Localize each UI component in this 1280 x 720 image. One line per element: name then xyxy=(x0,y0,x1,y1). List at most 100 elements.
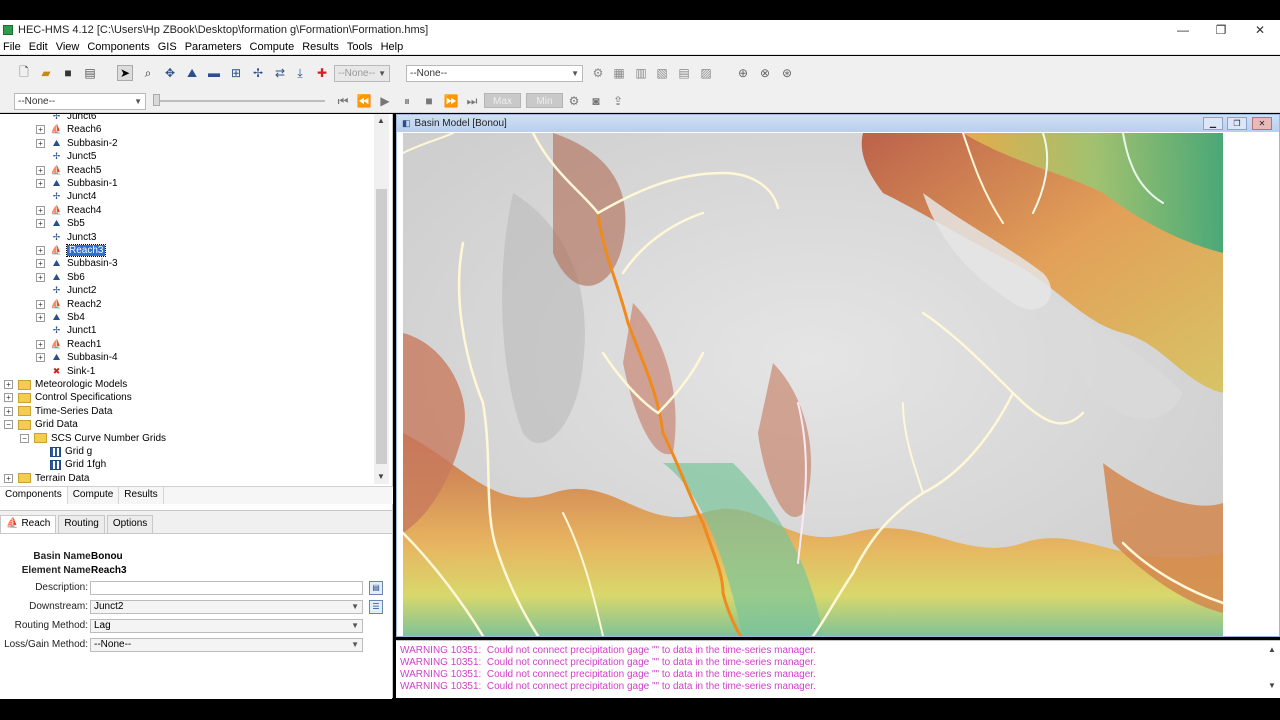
expand-toggle-icon[interactable]: + xyxy=(36,219,45,229)
expand-toggle-icon[interactable]: + xyxy=(4,380,13,389)
summary-table-icon[interactable]: ▨ xyxy=(698,65,714,81)
element-select[interactable]: --None-- ▼ xyxy=(334,65,390,82)
downstream-select[interactable]: Junct2 ▼ xyxy=(90,600,363,614)
subbasin-tool-icon[interactable]: ⛰ xyxy=(184,65,200,81)
menu-gis[interactable]: GIS xyxy=(154,41,181,53)
rewind-icon[interactable]: ⏮ xyxy=(335,93,351,109)
menu-tools[interactable]: Tools xyxy=(343,41,377,53)
menu-view[interactable]: View xyxy=(52,41,84,53)
tree-node[interactable]: − Grid Data xyxy=(4,418,78,431)
expand-toggle-icon[interactable]: + xyxy=(36,272,45,282)
source-tool-icon[interactable]: ⤓ xyxy=(292,65,308,81)
minimize-button[interactable]: — xyxy=(1163,20,1203,39)
min-button[interactable]: Min xyxy=(526,93,563,108)
tree-node[interactable]: ✢ Junct6 xyxy=(36,114,97,123)
compute-icon[interactable]: ⚙ xyxy=(590,65,606,81)
pan-icon[interactable]: ✥ xyxy=(162,65,178,81)
tree-node[interactable]: + ⛵ Reach5 xyxy=(36,164,101,177)
expand-toggle-icon[interactable]: + xyxy=(36,353,45,363)
tab-reach[interactable]: ⛵ Reach xyxy=(0,515,57,533)
time-slider[interactable] xyxy=(155,100,325,102)
global-summary-icon[interactable]: ▦ xyxy=(611,65,627,81)
tree-node[interactable]: + Terrain Data xyxy=(4,472,89,484)
expand-toggle-icon[interactable]: + xyxy=(36,339,45,349)
tree-node[interactable]: ✖ Sink-1 xyxy=(36,365,96,378)
tab-compute[interactable]: Compute xyxy=(68,487,120,504)
expand-toggle-icon[interactable]: + xyxy=(36,299,45,309)
save-icon[interactable]: ■ xyxy=(60,65,76,81)
grid-zoom-icon[interactable]: ⊗ xyxy=(757,65,773,81)
expand-toggle-icon[interactable]: + xyxy=(36,246,45,255)
time-slider-handle[interactable] xyxy=(153,94,160,106)
diversion-tool-icon[interactable]: ⇄ xyxy=(272,65,288,81)
zoom-icon[interactable]: ⌕ xyxy=(140,65,156,81)
expand-toggle-icon[interactable]: + xyxy=(36,259,45,269)
pause-icon[interactable]: ⏸ xyxy=(399,93,415,109)
tab-results[interactable]: Results xyxy=(119,487,164,504)
open-folder-icon[interactable]: ▰ xyxy=(38,65,54,81)
tree-node[interactable]: + ⛰ Subbasin-4 xyxy=(36,351,118,364)
map-close-icon[interactable]: ✕ xyxy=(1252,117,1272,130)
loss-gain-select[interactable]: --None-- ▼ xyxy=(90,638,363,652)
tab-routing[interactable]: Routing xyxy=(58,515,105,533)
step-back-icon[interactable]: ⏪ xyxy=(356,93,372,109)
tree-node[interactable]: + ⛰ Sb6 xyxy=(36,271,85,284)
time-series-table-icon[interactable]: ▤ xyxy=(676,65,692,81)
scroll-up-icon[interactable]: ▲ xyxy=(377,116,385,125)
tree-node[interactable]: ✢ Junct3 xyxy=(36,231,97,244)
expand-toggle-icon[interactable]: + xyxy=(4,393,13,403)
tree-node[interactable]: + Control Specifications xyxy=(4,391,132,404)
tree-node[interactable]: + ⛵ Reach2 xyxy=(36,298,101,311)
element-graph-icon[interactable]: ▥ xyxy=(633,65,649,81)
restore-button[interactable]: ❐ xyxy=(1201,20,1241,39)
tree-node[interactable]: + ⛰ Subbasin-3 xyxy=(36,257,118,270)
new-file-icon[interactable]: 🗋 xyxy=(16,65,32,81)
scroll-thumb[interactable] xyxy=(376,189,387,464)
tree-node[interactable]: + Time-Series Data xyxy=(4,405,112,418)
tree-node[interactable]: + ⛵ Reach1 xyxy=(36,338,101,351)
reach-tool-icon[interactable]: ▬ xyxy=(206,65,222,81)
grid-extent-icon[interactable]: ⊛ xyxy=(779,65,795,81)
menu-parameters[interactable]: Parameters xyxy=(181,41,246,53)
scroll-down-icon[interactable]: ▼ xyxy=(377,472,385,481)
tree-node[interactable]: + ⛵ Reach6 xyxy=(36,123,101,136)
map-minimize-icon[interactable]: ▁ xyxy=(1203,117,1223,130)
reservoir-tool-icon[interactable]: ⊞ xyxy=(228,65,244,81)
downstream-list-icon[interactable]: ☰ xyxy=(369,600,383,614)
tree-node[interactable]: Grid 1fgh xyxy=(36,458,106,471)
expand-toggle-icon[interactable]: + xyxy=(36,125,45,135)
tree-node[interactable]: + ⛵ Reach4 xyxy=(36,204,101,217)
tree-node[interactable]: Grid g xyxy=(36,445,92,458)
menu-help[interactable]: Help xyxy=(377,41,408,53)
routing-method-select[interactable]: Lag ▼ xyxy=(90,619,363,633)
export-icon[interactable]: ⇪ xyxy=(610,93,626,109)
menu-results[interactable]: Results xyxy=(298,41,343,53)
basin-select[interactable]: --None-- ▼ xyxy=(14,93,146,110)
play-icon[interactable]: ▶ xyxy=(377,93,393,109)
terrain-map[interactable] xyxy=(403,133,1223,636)
close-button[interactable]: ✕ xyxy=(1240,20,1280,39)
element-table-icon[interactable]: ▧ xyxy=(654,65,670,81)
expand-toggle-icon[interactable]: + xyxy=(36,138,45,148)
expand-toggle-icon[interactable]: + xyxy=(36,179,45,188)
tree-node[interactable]: + ⛰ Sb5 xyxy=(36,217,85,230)
tree-node[interactable]: − SCS Curve Number Grids xyxy=(20,432,166,445)
tree-node[interactable]: ✢ Junct1 xyxy=(36,324,97,337)
menu-file[interactable]: File xyxy=(0,41,25,53)
camera-icon[interactable]: ◙ xyxy=(588,93,604,109)
tab-components[interactable]: Components xyxy=(0,487,68,504)
menu-compute[interactable]: Compute xyxy=(246,41,299,53)
tree-node[interactable]: ✢ Junct2 xyxy=(36,284,97,297)
expand-toggle-icon[interactable]: + xyxy=(36,165,45,175)
description-field[interactable] xyxy=(90,581,363,595)
log-scroll-down-icon[interactable]: ▼ xyxy=(1268,681,1276,690)
max-button[interactable]: Max xyxy=(484,93,521,108)
expand-toggle-icon[interactable]: + xyxy=(4,406,13,416)
description-edit-icon[interactable]: ▤ xyxy=(369,581,383,595)
tree-node[interactable]: + ⛰ Sb4 xyxy=(36,311,85,324)
expand-toggle-icon[interactable]: + xyxy=(36,205,45,215)
expand-toggle-icon[interactable]: − xyxy=(4,420,13,430)
expand-toggle-icon[interactable]: + xyxy=(36,313,45,322)
expand-toggle-icon[interactable]: − xyxy=(20,433,29,443)
step-forward-icon[interactable]: ⏩ xyxy=(443,93,459,109)
